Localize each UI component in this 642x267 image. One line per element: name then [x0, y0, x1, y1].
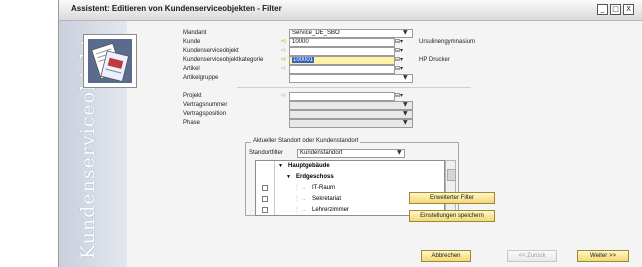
- standortfilter-select[interactable]: Kundenstandort: [297, 149, 405, 158]
- phase-label: Phase: [183, 120, 201, 126]
- tree-item-label: Sekretariat: [312, 196, 342, 202]
- selection-list-icon[interactable]: ⊟▾: [395, 56, 403, 63]
- window-close-icon[interactable]: X: [623, 4, 634, 15]
- expand-arrow-icon[interactable]: ▼: [278, 161, 283, 171]
- vertragsnummer-select[interactable]: [289, 101, 413, 110]
- location-group-title: Aktueller Standort oder Kundenstandort: [251, 138, 361, 144]
- kategorie-field[interactable]: 100001: [289, 56, 395, 65]
- link-arrow-icon: ➪: [281, 91, 287, 99]
- window-title: Assistent: Editieren von Kundenserviceob…: [71, 4, 282, 13]
- tree-connector: ⋮ ‥: [294, 185, 306, 191]
- cancel-button[interactable]: Abbrechen: [421, 250, 471, 262]
- tree-row[interactable]: ▼ Erdgeschoss: [256, 172, 444, 182]
- extended-filter-button[interactable]: Erweiterter Filter: [409, 192, 495, 204]
- kundenserviceobjekt-label: Kundenserviceobjekt: [183, 48, 239, 54]
- standortfilter-label: Standortfilter: [249, 150, 284, 156]
- kategorie-value: 100001: [292, 57, 315, 63]
- tree-row[interactable]: ▼ Hauptgebäude: [256, 161, 444, 171]
- artikel-field[interactable]: [289, 65, 395, 74]
- window-minimize-icon[interactable]: _: [597, 4, 608, 15]
- artikel-label: Artikel: [183, 66, 200, 72]
- tree-connector: ⋮ ‥: [294, 207, 306, 213]
- dropdown-arrow-icon: ▼: [403, 74, 408, 81]
- kategorie-label: Kundenserviceobjektkategorie: [183, 57, 264, 63]
- selection-list-icon[interactable]: ⊟▾: [395, 92, 403, 99]
- tree-item-label: Lehrerzimmer: [312, 207, 350, 213]
- projekt-label: Projekt: [183, 93, 202, 99]
- link-arrow-icon: ➪: [281, 46, 287, 54]
- artikelgruppe-label: Artikelgruppe: [183, 75, 219, 81]
- next-button[interactable]: Weiter >>: [577, 250, 629, 262]
- kunde-name: Ursulinengymnasium: [419, 39, 476, 45]
- tree-connector: ⋮ ‥: [294, 196, 306, 202]
- link-arrow-icon[interactable]: ➪: [281, 37, 287, 45]
- kategorie-name: HP Drucker: [419, 57, 450, 63]
- tree-item-label: Erdgeschoss: [296, 174, 334, 180]
- dropdown-arrow-icon: ▼: [403, 101, 408, 108]
- tree-scrollbar[interactable]: [445, 160, 456, 216]
- link-arrow-icon: ➪: [281, 64, 287, 72]
- row-checkbox[interactable]: [262, 185, 268, 191]
- vertragsposition-select[interactable]: [289, 110, 413, 119]
- divider: [237, 87, 471, 88]
- dropdown-arrow-icon: ▼: [397, 149, 402, 156]
- selection-list-icon[interactable]: ⊟▾: [395, 38, 403, 45]
- service-object-icon: [83, 34, 137, 88]
- vertragsposition-label: Vertragsposition: [183, 111, 227, 117]
- dropdown-arrow-icon: ▼: [403, 110, 408, 117]
- link-arrow-icon[interactable]: ➪: [281, 55, 287, 63]
- expand-arrow-icon[interactable]: ▼: [286, 172, 291, 182]
- wizard-window: Assistent: Editieren von Kundenserviceob…: [58, 0, 642, 267]
- phase-select[interactable]: [289, 119, 413, 128]
- selection-list-icon[interactable]: ⊟▾: [395, 65, 403, 72]
- tree-item-label: Hauptgebäude: [288, 163, 330, 169]
- title-bar: Assistent: Editieren von Kundenserviceob…: [59, 0, 642, 21]
- dropdown-arrow-icon: ▼: [403, 119, 408, 126]
- kunde-field[interactable]: 10000: [289, 38, 395, 47]
- mandant-select[interactable]: Service_DE_SBO: [289, 29, 413, 38]
- save-settings-button[interactable]: Einstellungen speichern: [409, 210, 495, 222]
- row-checkbox[interactable]: [262, 196, 268, 202]
- projekt-field[interactable]: [289, 92, 395, 101]
- dropdown-arrow-icon: ▼: [403, 29, 408, 36]
- artikelgruppe-select[interactable]: [289, 74, 413, 83]
- mandant-label: Mandant: [183, 30, 207, 36]
- window-maximize-icon[interactable]: □: [610, 4, 621, 15]
- selection-list-icon[interactable]: ⊟▾: [395, 47, 403, 54]
- vertragsnummer-label: Vertragsnummer: [183, 102, 228, 108]
- scroll-thumb[interactable]: [447, 169, 456, 181]
- back-button[interactable]: << Zurück: [507, 250, 557, 262]
- tree-item-label: IT-Raum: [312, 185, 336, 191]
- row-checkbox[interactable]: [262, 207, 268, 213]
- location-tree[interactable]: ▼ Hauptgebäude ▼ Erdgeschoss ⋮ ‥ IT-Raum…: [255, 160, 445, 216]
- kundenserviceobjekt-field[interactable]: [289, 47, 395, 56]
- kunde-label: Kunde: [183, 39, 201, 45]
